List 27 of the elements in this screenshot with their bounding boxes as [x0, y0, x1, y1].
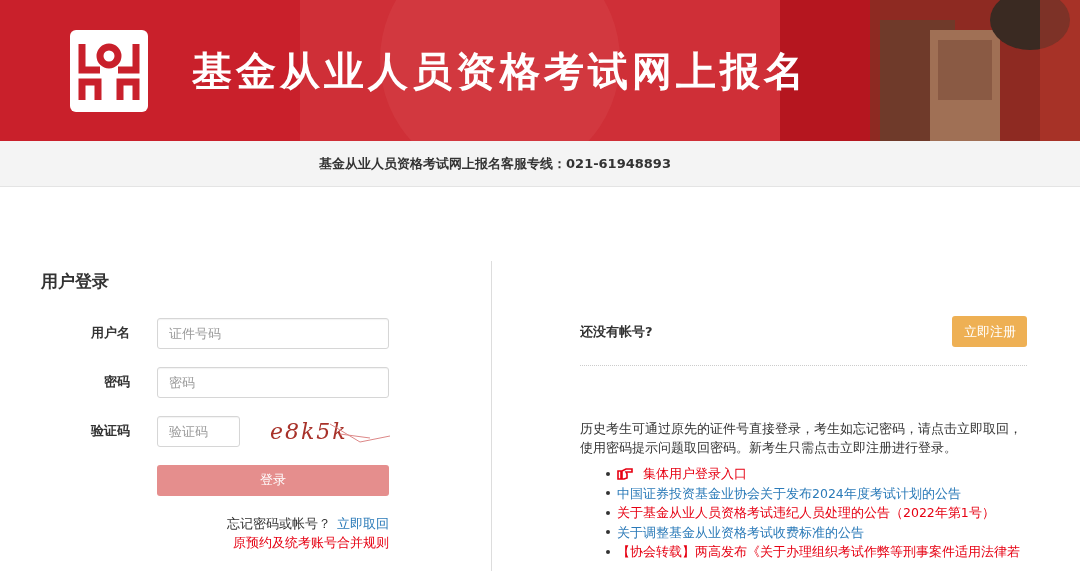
username-field[interactable]: 证件号码 [157, 317, 389, 349]
captcha-image[interactable]: e8k5k [270, 415, 390, 447]
field-label: 用户名 [90, 324, 130, 343]
register-question: 还没有帐号? [580, 322, 653, 341]
password-field[interactable]: 密码 [157, 366, 389, 398]
bullet-icon [606, 491, 610, 496]
bullet-icon [606, 549, 610, 554]
login-title: 用户登录 [41, 270, 110, 293]
site-title: 基金从业人员资格考试网上报名 [192, 45, 808, 96]
field-label: 密码 [103, 373, 130, 392]
notice-link[interactable]: 集体用户登录入口 [643, 464, 747, 484]
notice-link[interactable]: 关于调整基金从业资格考试收费标准的公告 [617, 522, 864, 542]
notice-text: 历史考生可通过原先的证件号直接登录，考生如忘记密码，请点击立即取回，使用密码提示问题取回密码。新考生只需点击立即注册进行登录。 [580, 420, 1023, 457]
notice-link[interactable]: 关于基金从业人员资格考试违纪人员处理的公告（2022年第1号） [617, 503, 995, 523]
notice-link[interactable]: 中国证券投资基金业协会关于发布2024年度考试计划的公告 [617, 483, 961, 503]
field-label: 验证码 [89, 422, 130, 441]
logo-icon [70, 29, 148, 112]
retrieve-link[interactable]: 立即取回 [337, 513, 389, 533]
bullet-icon [606, 510, 610, 515]
hotline-text: 基金从业人员资格考试网上报名客服专线：021-61948893 [319, 154, 671, 173]
bullet-icon [606, 530, 610, 535]
merge-rule-link[interactable]: 原预约及统考账号合并规则 [233, 533, 389, 553]
forgot-text: 忘记密码或帐号？ [227, 514, 331, 533]
captcha-field[interactable]: 验证码 [157, 415, 240, 447]
pointing-hand-icon [617, 467, 633, 480]
notice-link[interactable]: 【协会转载】两高发布《关于办理组织考试作弊等刑事案件适用法律若 [617, 542, 1020, 562]
bullet-icon [606, 471, 610, 476]
